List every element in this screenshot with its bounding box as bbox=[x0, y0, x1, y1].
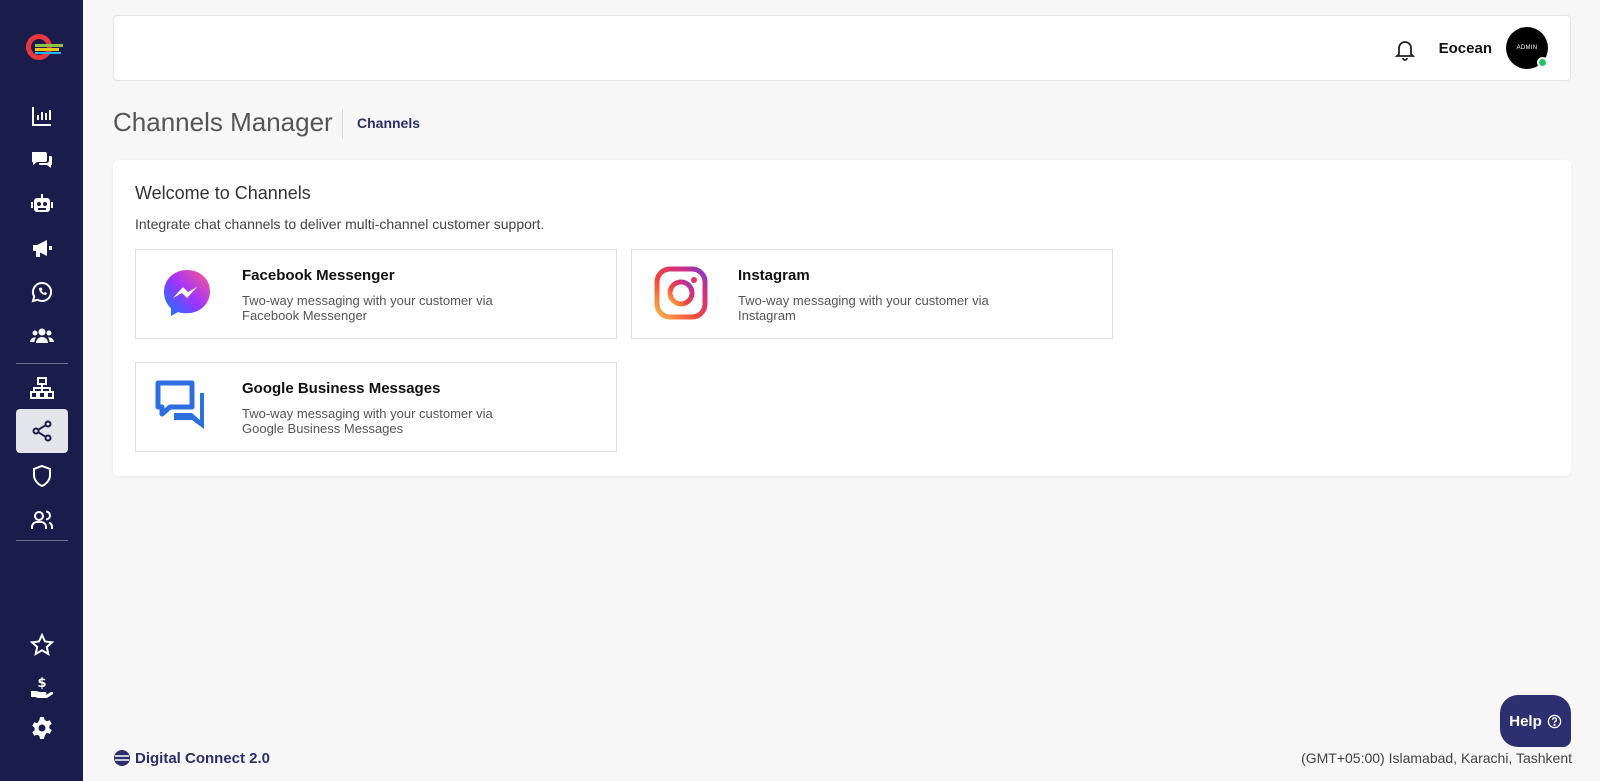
sidebar-item-integrations[interactable] bbox=[16, 366, 68, 410]
channel-name: Instagram bbox=[738, 267, 810, 284]
sidebar-item-favorites[interactable] bbox=[16, 623, 68, 667]
messenger-icon bbox=[164, 270, 210, 316]
avatar-text: ADMIN bbox=[1516, 45, 1538, 51]
sidebar-divider bbox=[16, 540, 68, 541]
channel-description: Two-way messaging with your customer via… bbox=[242, 293, 493, 323]
shield-icon bbox=[33, 464, 51, 488]
online-status-dot bbox=[1537, 57, 1548, 68]
question-circle-icon bbox=[1547, 714, 1561, 728]
footer-brand: Digital Connect 2.0 bbox=[113, 749, 270, 767]
share-icon bbox=[32, 420, 52, 442]
timezone-label: (GMT+05:00) Islamabad, Karachi, Tashkent bbox=[1301, 750, 1572, 766]
username: Eocean bbox=[1438, 40, 1492, 57]
sidebar-item-channels[interactable] bbox=[16, 409, 68, 453]
help-button[interactable]: Help bbox=[1500, 695, 1571, 747]
brand-name: Digital Connect 2.0 bbox=[135, 749, 271, 767]
sidebar-item-conversations[interactable] bbox=[16, 138, 68, 182]
sidebar-item-settings[interactable] bbox=[16, 706, 68, 750]
sidebar-item-security[interactable] bbox=[16, 454, 68, 498]
sidebar: $ bbox=[0, 0, 83, 781]
star-icon bbox=[30, 633, 54, 657]
sidebar-item-contacts[interactable] bbox=[16, 314, 68, 358]
card-title: Welcome to Channels bbox=[135, 183, 311, 203]
channel-instagram[interactable]: Instagram Two-way messaging with your cu… bbox=[631, 249, 1113, 339]
instagram-icon bbox=[654, 266, 708, 320]
network-icon bbox=[30, 377, 54, 399]
svg-text:$: $ bbox=[37, 676, 46, 691]
sidebar-item-campaigns[interactable] bbox=[16, 226, 68, 270]
page-title: Channels Manager bbox=[113, 107, 333, 137]
google-business-messages-icon bbox=[155, 380, 204, 429]
whatsapp-icon bbox=[31, 281, 53, 303]
brand-logo-icon bbox=[114, 750, 130, 766]
sidebar-item-whatsapp[interactable] bbox=[16, 270, 68, 314]
channel-description: Two-way messaging with your customer via… bbox=[242, 406, 493, 436]
chat-bubbles-icon bbox=[32, 152, 52, 168]
channels-card: Welcome to Channels Integrate chat chann… bbox=[113, 160, 1571, 476]
hand-dollar-icon: $ bbox=[31, 676, 54, 698]
channel-description: Two-way messaging with your customer via… bbox=[738, 293, 989, 323]
app-logo[interactable] bbox=[24, 31, 66, 63]
avatar[interactable]: ADMIN bbox=[1506, 27, 1548, 69]
sidebar-divider bbox=[16, 363, 68, 364]
gear-icon bbox=[32, 717, 52, 739]
top-bar: Eocean ADMIN bbox=[113, 15, 1571, 81]
bar-chart-icon bbox=[32, 107, 51, 126]
user-group-icon bbox=[31, 510, 53, 529]
channel-name: Google Business Messages bbox=[242, 380, 441, 397]
megaphone-icon bbox=[33, 240, 52, 257]
sidebar-item-analytics[interactable] bbox=[16, 94, 68, 138]
sidebar-item-team[interactable] bbox=[16, 498, 68, 542]
sidebar-item-bots[interactable] bbox=[16, 182, 68, 226]
robot-icon bbox=[31, 194, 53, 212]
users-icon bbox=[30, 328, 54, 343]
bell-icon[interactable] bbox=[1393, 37, 1417, 61]
title-separator bbox=[342, 109, 343, 139]
breadcrumb-channels[interactable]: Channels bbox=[357, 115, 420, 131]
sidebar-item-billing[interactable]: $ bbox=[16, 665, 68, 709]
help-label: Help bbox=[1509, 712, 1542, 730]
channel-name: Facebook Messenger bbox=[242, 267, 395, 284]
card-subtitle: Integrate chat channels to deliver multi… bbox=[135, 216, 545, 232]
channel-facebook-messenger[interactable]: Facebook Messenger Two-way messaging wit… bbox=[135, 249, 617, 339]
channel-google-business-messages[interactable]: Google Business Messages Two-way messagi… bbox=[135, 362, 617, 452]
